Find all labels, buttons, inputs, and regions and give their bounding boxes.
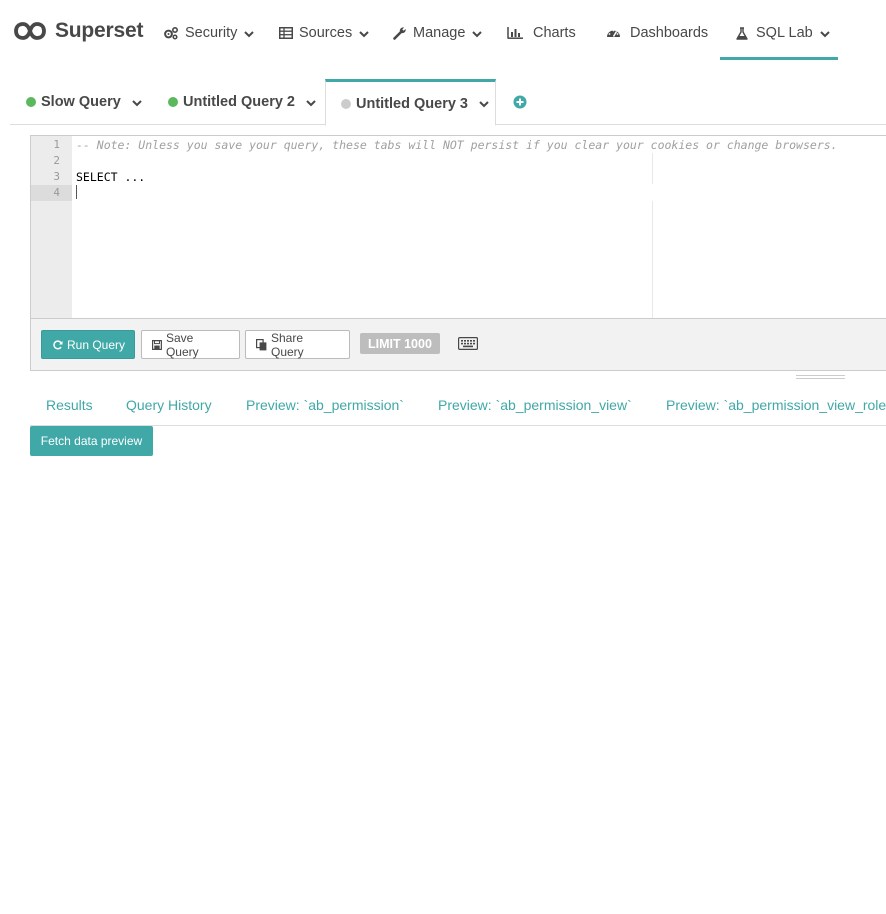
status-dot-icon <box>26 97 36 107</box>
save-query-label: Save Query <box>165 330 199 359</box>
nav-charts[interactable]: Charts <box>507 22 576 44</box>
run-query-label: Run Query <box>67 337 126 352</box>
nav-dashboards-label: Dashboards <box>630 25 709 41</box>
nav-dashboards[interactable]: Dashboards <box>606 22 708 44</box>
add-tab-icon[interactable] <box>513 95 527 109</box>
line-number: 1 <box>53 138 60 151</box>
save-icon <box>152 339 162 350</box>
chevron-down-icon <box>359 31 369 38</box>
tab-query-history[interactable]: Query History <box>126 397 212 413</box>
brand[interactable]: Superset <box>14 18 143 44</box>
code-line: -- Note: Unless you save your query, the… <box>76 138 838 152</box>
status-dot-icon <box>168 97 178 107</box>
chevron-down-icon <box>479 101 489 108</box>
nav-security-label: Security <box>185 25 238 41</box>
editor-toolbar: Run Query Save Query Share Query LIMIT 1… <box>30 319 886 371</box>
line-number: 4 <box>31 185 72 201</box>
share-query-label: Share Query <box>271 330 304 359</box>
code-line: SELECT ... <box>76 170 146 184</box>
nav-sources-label: Sources <box>299 25 353 41</box>
chevron-down-icon <box>472 31 483 38</box>
query-tab-slow-query[interactable]: Slow Query <box>26 79 142 125</box>
chevron-down-icon <box>819 31 830 38</box>
nav-manage[interactable]: Manage <box>393 22 483 44</box>
chevron-down-icon <box>306 99 316 106</box>
wrench-icon <box>393 27 406 40</box>
query-tab-untitled-3[interactable]: Untitled Query 3 <box>325 79 496 126</box>
query-tabs: Slow Query Untitled Query 2 Untitled Que… <box>10 79 886 126</box>
nav-manage-label: Manage <box>413 25 466 41</box>
tab-preview-ab-permission-view[interactable]: Preview: `ab_permission_view` <box>438 397 632 413</box>
resize-splitter[interactable] <box>796 375 845 379</box>
text-cursor <box>76 185 77 199</box>
cogs-icon <box>164 26 179 40</box>
save-query-button[interactable]: Save Query <box>141 330 240 359</box>
chevron-down-icon <box>132 99 142 106</box>
print-margin <box>652 201 653 318</box>
line-number: 3 <box>53 170 60 183</box>
query-tab-label: Untitled Query 2 <box>183 94 295 110</box>
nav-active-indicator <box>720 57 838 60</box>
flask-icon <box>736 26 748 40</box>
nav-security[interactable]: Security <box>163 22 255 44</box>
tab-preview-ab-permission[interactable]: Preview: `ab_permission` <box>246 397 404 413</box>
navbar: Superset Security Sources Manage Charts … <box>0 0 886 62</box>
result-tabs: Results Query History Preview: `ab_permi… <box>30 391 886 426</box>
bar-chart-icon <box>507 27 523 39</box>
nav-charts-label: Charts <box>533 25 576 41</box>
share-query-button[interactable]: Share Query <box>245 330 350 359</box>
brand-name: Superset <box>55 19 144 42</box>
line-number: 2 <box>53 154 60 167</box>
query-tab-label: Untitled Query 3 <box>356 95 468 112</box>
nav-sqllab-label: SQL Lab <box>756 25 813 41</box>
nav-sources[interactable]: Sources <box>279 22 369 44</box>
tab-preview-ab-permission-view-role[interactable]: Preview: `ab_permission_view_role` <box>666 397 886 413</box>
tab-results[interactable]: Results <box>46 397 93 413</box>
dashboard-icon <box>607 29 620 37</box>
copy-icon <box>256 338 267 350</box>
chevron-down-icon <box>244 31 255 38</box>
fetch-data-preview-button[interactable]: Fetch data preview <box>30 426 153 456</box>
row-limit-dropdown[interactable]: LIMIT 1000 <box>360 333 440 354</box>
keyboard-icon[interactable] <box>458 337 478 350</box>
nav-sqllab[interactable]: SQL Lab <box>736 22 830 44</box>
run-query-button[interactable]: Run Query <box>41 330 135 359</box>
status-dot-icon <box>341 98 351 109</box>
print-margin <box>652 153 653 184</box>
query-tab-label: Slow Query <box>41 94 121 110</box>
sql-editor[interactable]: 1 2 3 4 -- Note: Unless you save your qu… <box>30 135 886 319</box>
superset-logo-icon <box>14 22 46 40</box>
query-tab-untitled-2[interactable]: Untitled Query 2 <box>168 79 316 125</box>
table-icon <box>279 27 293 39</box>
refresh-icon <box>53 339 63 349</box>
